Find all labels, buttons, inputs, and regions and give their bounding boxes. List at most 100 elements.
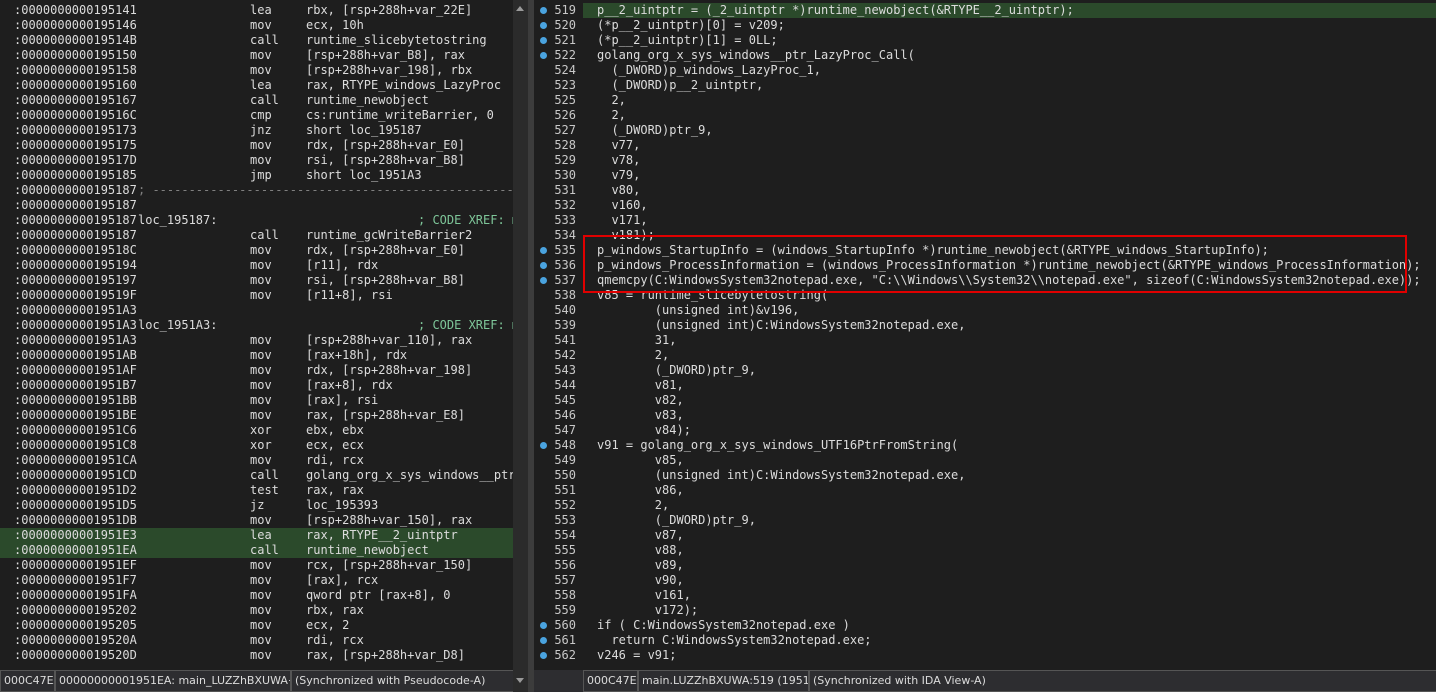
pseudocode-line[interactable]: 2,	[583, 108, 1436, 123]
disasm-row[interactable]: :0000000000195202 mov rbx, rax	[0, 603, 513, 618]
pseudocode-line[interactable]: (_DWORD)ptr_9,	[583, 123, 1436, 138]
pseudocode-view[interactable]: p__2_uintptr = (_2_uintptr *)runtime_new…	[583, 0, 1436, 670]
pseudocode-line[interactable]: v82,	[583, 393, 1436, 408]
disasm-row[interactable]: :0000000000195187 call runtime_gcWriteBarr…	[0, 228, 513, 243]
disasm-row[interactable]: :00000000001951F7 mov [rax], rcx	[0, 573, 513, 588]
breakpoint-dot-icon[interactable]	[540, 262, 547, 269]
disasm-row[interactable]: :00000000001951CA mov rdi, rcx	[0, 453, 513, 468]
disasm-row[interactable]: :0000000000195160 lea rax, RTYPE_windows_L…	[0, 78, 513, 93]
disasm-row[interactable]: :0000000000195173 jnz short loc_195187	[0, 123, 513, 138]
pseudocode-line[interactable]: 2,	[583, 348, 1436, 363]
breakpoint-dot-icon[interactable]	[540, 52, 547, 59]
disasm-row[interactable]: :00000000001951EA call runtime_newobject	[0, 543, 513, 558]
disasm-row[interactable]: :0000000000195205 mov ecx, 2	[0, 618, 513, 633]
pseudocode-line[interactable]: (_DWORD)ptr_9,	[583, 363, 1436, 378]
pseudocode-line[interactable]: v181);	[583, 228, 1436, 243]
pseudocode-line[interactable]: (unsigned int)C:WindowsSystem32notepad.e…	[583, 468, 1436, 483]
disasm-row[interactable]: :00000000001951A3 mov [rsp+288h+var_110], …	[0, 333, 513, 348]
pseudocode-line[interactable]: v88,	[583, 543, 1436, 558]
breakpoint-dot-icon[interactable]	[540, 7, 547, 14]
pseudocode-line[interactable]: v161,	[583, 588, 1436, 603]
pseudocode-line[interactable]: return C:WindowsSystem32notepad.exe;	[583, 633, 1436, 648]
disasm-row[interactable]: :000000000019516C cmp cs:runtime_writeBarr…	[0, 108, 513, 123]
disasm-row[interactable]: :00000000001951C6 xor ebx, ebx	[0, 423, 513, 438]
breakpoint-dot-icon[interactable]	[540, 247, 547, 254]
disasm-row[interactable]: :00000000001951BB mov [rax], rsi	[0, 393, 513, 408]
disasm-row[interactable]: :0000000000195187	[0, 198, 513, 213]
disasm-row[interactable]: :0000000000195197 mov rsi, [rsp+288h+var_B…	[0, 273, 513, 288]
pseudocode-line[interactable]: 2,	[583, 93, 1436, 108]
disasm-row[interactable]: :00000000001951B7 mov [rax+8], rdx	[0, 378, 513, 393]
disasm-row[interactable]: :0000000000195167 call runtime_newobject	[0, 93, 513, 108]
disasm-row[interactable]: :0000000000195146 mov ecx, 10h	[0, 18, 513, 33]
pseudocode-line[interactable]: p__2_uintptr = (_2_uintptr *)runtime_new…	[583, 3, 1436, 18]
pseudocode-line[interactable]: (*p__2_uintptr)[0] = v209;	[583, 18, 1436, 33]
disasm-row[interactable]: :000000000019518C mov rdx, [rsp+288h+var_E…	[0, 243, 513, 258]
pseudocode-line[interactable]: p_windows_ProcessInformation = (windows_…	[583, 258, 1436, 273]
disasm-row[interactable]: :000000000019520A mov rdi, rcx	[0, 633, 513, 648]
disasm-row[interactable]: :00000000001951A3	[0, 303, 513, 318]
pseudocode-line[interactable]: (*p__2_uintptr)[1] = 0LL;	[583, 33, 1436, 48]
disasm-row[interactable]: :00000000001951DB mov [rsp+288h+var_150], …	[0, 513, 513, 528]
breakpoint-dot-icon[interactable]	[540, 652, 547, 659]
pseudocode-line[interactable]: qmemcpy(C:WindowsSystem32notepad.exe, "C…	[583, 273, 1436, 288]
disasm-row[interactable]: :00000000001951D2 test rax, rax	[0, 483, 513, 498]
pseudocode-line[interactable]: golang_org_x_sys_windows__ptr_LazyProc_C…	[583, 48, 1436, 63]
disasm-row[interactable]: :0000000000195185 jmp short loc_1951A3	[0, 168, 513, 183]
pseudocode-line[interactable]: v87,	[583, 528, 1436, 543]
scroll-up-icon[interactable]	[516, 6, 524, 11]
disasm-row[interactable]: :00000000001951EF mov rcx, [rsp+288h+var_1…	[0, 558, 513, 573]
pseudocode-line[interactable]: v172);	[583, 603, 1436, 618]
pseudocode-line[interactable]: 31,	[583, 333, 1436, 348]
pseudocode-line[interactable]: v91 = golang_org_x_sys_windows_UTF16PtrF…	[583, 438, 1436, 453]
pseudocode-line[interactable]: v81,	[583, 378, 1436, 393]
breakpoint-dot-icon[interactable]	[540, 637, 547, 644]
pseudocode-line[interactable]: v246 = v91;	[583, 648, 1436, 663]
pseudocode-line[interactable]: v85 = runtime_slicebytetostring(	[583, 288, 1436, 303]
breakpoint-dot-icon[interactable]	[540, 22, 547, 29]
disasm-row[interactable]: :00000000001951D5 jz loc_195393	[0, 498, 513, 513]
disasm-row[interactable]: :0000000000195187; ---------------------…	[0, 183, 513, 198]
breakpoint-dot-icon[interactable]	[540, 37, 547, 44]
pseudocode-line[interactable]: 2,	[583, 498, 1436, 513]
disasm-row[interactable]: :00000000001951A3 loc_1951A3: ; CODE XREF:…	[0, 318, 513, 333]
disasm-row[interactable]: :00000000001951AF mov rdx, [rsp+288h+var_1…	[0, 363, 513, 378]
pseudocode-line[interactable]: (_DWORD)p__2_uintptr,	[583, 78, 1436, 93]
pseudocode-line[interactable]: (_DWORD)ptr_9,	[583, 513, 1436, 528]
pseudocode-line[interactable]: v77,	[583, 138, 1436, 153]
pseudocode-line[interactable]: p_windows_StartupInfo = (windows_Startup…	[583, 243, 1436, 258]
pseudocode-line[interactable]: v86,	[583, 483, 1436, 498]
pseudocode-line[interactable]: v89,	[583, 558, 1436, 573]
pseudocode-line[interactable]: v80,	[583, 183, 1436, 198]
disasm-row[interactable]: :00000000001951BE mov rax, [rsp+288h+var_E…	[0, 408, 513, 423]
scroll-down-icon[interactable]	[516, 678, 524, 683]
disasm-row[interactable]: :000000000019514B call runtime_slicebyteto…	[0, 33, 513, 48]
disasm-row[interactable]: :000000000019519F mov [r11+8], rsi	[0, 288, 513, 303]
disasm-row[interactable]: :0000000000195187 loc_195187: ; CODE XREF:…	[0, 213, 513, 228]
pseudocode-line[interactable]: v79,	[583, 168, 1436, 183]
disasm-row[interactable]: :00000000001951C8 xor ecx, ecx	[0, 438, 513, 453]
disasm-row[interactable]: :0000000000195141 lea rbx, [rsp+288h+var_2…	[0, 3, 513, 18]
pseudocode-line[interactable]: (_DWORD)p_windows_LazyProc_1,	[583, 63, 1436, 78]
pseudocode-line[interactable]: v84);	[583, 423, 1436, 438]
disasm-row[interactable]: :0000000000195150 mov [rsp+288h+var_B8], r…	[0, 48, 513, 63]
breakpoint-dot-icon[interactable]	[540, 277, 547, 284]
disasm-row[interactable]: :00000000001951FA mov qword ptr [rax+8], 0	[0, 588, 513, 603]
disasm-row[interactable]: :0000000000195175 mov rdx, [rsp+288h+var_E…	[0, 138, 513, 153]
disasm-row[interactable]: :00000000001951AB mov [rax+18h], rdx	[0, 348, 513, 363]
pseudocode-line[interactable]: v90,	[583, 573, 1436, 588]
disasm-row[interactable]: :00000000001951E3 lea rax, RTYPE__2_uintpt…	[0, 528, 513, 543]
breakpoint-dot-icon[interactable]	[540, 622, 547, 629]
pseudocode-line[interactable]: if ( C:WindowsSystem32notepad.exe )	[583, 618, 1436, 633]
pseudocode-line[interactable]: v83,	[583, 408, 1436, 423]
disasm-row[interactable]: :0000000000195194 mov [r11], rdx	[0, 258, 513, 273]
breakpoint-dot-icon[interactable]	[540, 442, 547, 449]
pseudocode-line[interactable]: v85,	[583, 453, 1436, 468]
pseudocode-line[interactable]: (unsigned int)&v196,	[583, 303, 1436, 318]
pseudocode-line[interactable]: v171,	[583, 213, 1436, 228]
disasm-row[interactable]: :000000000019517D mov rsi, [rsp+288h+var_B…	[0, 153, 513, 168]
disassembly-scrollbar[interactable]	[513, 0, 528, 692]
disasm-row[interactable]: :0000000000195158 mov [rsp+288h+var_198], …	[0, 63, 513, 78]
pseudocode-line[interactable]: (unsigned int)C:WindowsSystem32notepad.e…	[583, 318, 1436, 333]
pseudocode-line[interactable]: v160,	[583, 198, 1436, 213]
